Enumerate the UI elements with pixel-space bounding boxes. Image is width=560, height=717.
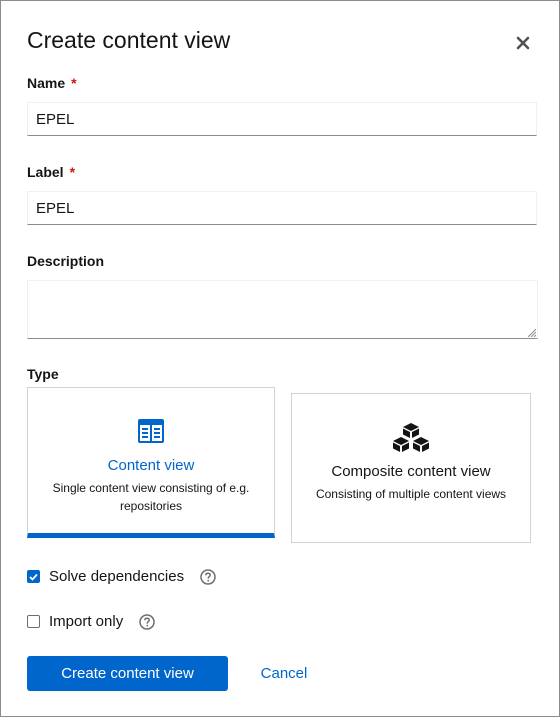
- name-input-value: EPEL: [36, 110, 75, 128]
- help-icon[interactable]: [139, 613, 155, 630]
- create-content-view-modal: Create content view Name * EPEL Label * EP…: [0, 0, 560, 717]
- label-input-value: EPEL: [36, 199, 75, 217]
- import-only-label[interactable]: Import only: [49, 613, 123, 630]
- type-label: Type: [27, 366, 59, 382]
- cancel-button[interactable]: Cancel: [252, 656, 316, 691]
- content-view-card[interactable]: Content view Single content view consist…: [27, 387, 275, 538]
- label-input[interactable]: EPEL: [27, 191, 537, 225]
- composite-content-view-icon: [393, 423, 429, 452]
- solve-dependencies-checkbox[interactable]: [27, 570, 40, 583]
- content-view-card-description: Single content view consisting of e.g. r…: [52, 481, 250, 513]
- help-icon[interactable]: [200, 568, 216, 585]
- required-marker: *: [71, 75, 77, 91]
- solve-dependencies-label[interactable]: Solve dependencies: [49, 568, 184, 585]
- resize-handle-icon[interactable]: [528, 329, 536, 337]
- modal-title: Create content view: [27, 27, 231, 53]
- close-icon[interactable]: [514, 34, 532, 52]
- solve-dependencies-row: Solve dependencies: [27, 568, 216, 585]
- create-content-view-button[interactable]: Create content view: [27, 656, 228, 691]
- name-input[interactable]: EPEL: [27, 102, 537, 136]
- content-view-card-title: Content view: [107, 457, 195, 474]
- content-view-icon: [138, 419, 164, 443]
- label-label: Label *: [27, 164, 76, 180]
- composite-content-view-card[interactable]: Composite content view Consisting of mul…: [291, 393, 531, 543]
- checkmark-icon: [29, 573, 38, 581]
- import-only-checkbox[interactable]: [27, 615, 40, 628]
- description-label: Description: [27, 253, 105, 269]
- required-marker: *: [69, 164, 76, 180]
- composite-content-view-card-description: Consisting of multiple content views: [315, 487, 507, 501]
- import-only-row: Import only: [27, 613, 155, 630]
- description-textarea[interactable]: [27, 280, 538, 339]
- composite-content-view-card-title: Composite content view: [331, 463, 491, 480]
- name-label: Name *: [27, 75, 77, 91]
